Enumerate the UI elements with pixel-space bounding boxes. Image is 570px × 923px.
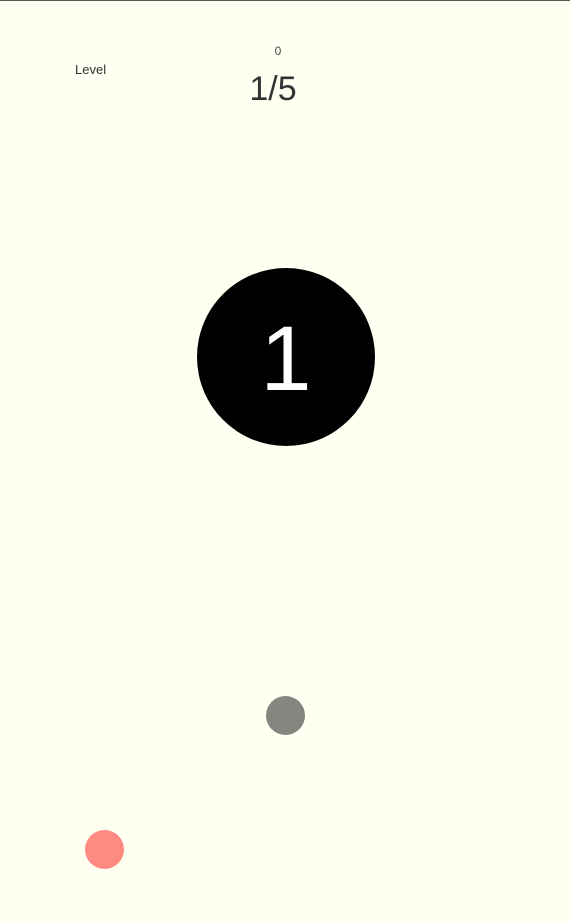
gray-ball[interactable] bbox=[266, 696, 305, 735]
top-border bbox=[0, 0, 570, 1]
red-ball[interactable] bbox=[85, 830, 124, 869]
target-number: 1 bbox=[260, 308, 312, 410]
level-progress: 1/5 bbox=[249, 70, 297, 108]
level-label: Level bbox=[75, 62, 107, 77]
target-circle[interactable]: 1 bbox=[197, 268, 375, 446]
score-counter: 0 bbox=[274, 44, 282, 58]
